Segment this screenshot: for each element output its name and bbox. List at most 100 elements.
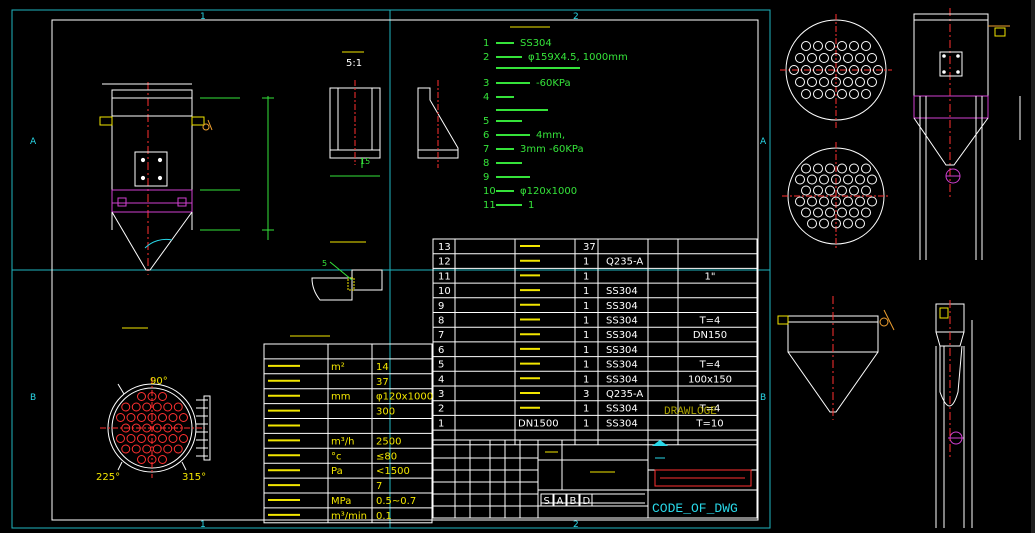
bom-item-no: 3 [438,389,444,400]
bom-item-material: SS304 [606,286,638,297]
bom-item-no: 11 [438,271,451,282]
scale-selector[interactable]: SABD [540,493,593,507]
zone-right-a: A [760,137,767,147]
note-text: -60KPa [536,78,571,89]
bom-item-qty: 37 [583,242,596,253]
scale-letter: B [570,496,577,507]
bom-item-material: SS304 [606,301,638,312]
param-value: 7 [376,481,382,492]
bom-item-note: T=4 [699,360,721,371]
vertical-scrollbar[interactable] [1031,0,1035,533]
bom-item-no: 13 [438,242,451,253]
bom-item-no: 9 [438,301,444,312]
zone-left-a: A [30,137,37,147]
bom-item-qty: 1 [583,418,589,429]
weld-size-label: 5 [322,259,327,268]
note-number: 3 [483,78,489,89]
param-value: 0.1 [376,511,392,522]
bom-item-material: SS304 [606,360,638,371]
scale-letter: A [557,496,564,507]
bom-item-material: SS304 [606,345,638,356]
bom-item-qty: 1 [583,345,589,356]
param-unit: m³/h [331,436,354,447]
note-number: 8 [483,158,489,169]
param-unit: m³/min [331,511,367,522]
bom-item-no: 1 [438,418,444,429]
note-text: 3mm -60KPa [520,144,584,155]
bom-item-name: DN1500 [518,418,559,429]
bom-item-note: 1" [705,271,716,282]
note-number: 6 [483,130,489,141]
zone-left-b: B [30,393,36,403]
param-value: 300 [376,407,395,418]
bom-item-material: Q235-A [606,257,643,268]
bom-item-material: SS304 [606,418,638,429]
param-value: 0.5~0.7 [376,496,416,507]
param-unit: Pa [331,466,343,477]
cad-drawing-viewport[interactable]: 1 2 1 2 A B A B 5:1 15 5 1 SS304 2 φ159X… [0,0,1035,533]
bracket-dimension: 15 [360,157,370,166]
bom-item-material: SS304 [606,374,638,385]
bom-item-no: 8 [438,316,444,327]
note-text: SS304 [520,38,552,49]
note-text: φ159X4.5, 1000mm [528,52,628,63]
bom-item-qty: 1 [583,286,589,297]
note-number: 5 [483,116,489,127]
zone-top-1: 1 [200,12,206,22]
bom-item-no: 6 [438,345,444,356]
note-text: 1 [528,200,534,211]
bom-item-qty: 1 [583,404,589,415]
note-number: 2 [483,52,489,63]
param-value: <1500 [376,466,410,477]
bom-item-no: 2 [438,404,444,415]
scale-letter: D [583,496,591,507]
bom-item-no: 4 [438,374,444,385]
bom-item-material: SS304 [606,404,638,415]
note-text: φ120x1000 [520,186,577,197]
plan-angle-225: 225° [96,472,120,483]
detail-scale-label: 5:1 [346,58,362,69]
bom-overlay-text: DRAWLOGE [664,406,717,418]
bom-item-qty: 3 [583,389,589,400]
bom-item-qty: 1 [583,271,589,282]
bom-item-no: 10 [438,286,451,297]
bom-item-material: SS304 [606,316,638,327]
zone-top-2: 2 [573,12,579,22]
param-unit: MPa [331,496,351,507]
note-number: 4 [483,92,489,103]
bom-item-note: 100x150 [688,374,732,385]
bom-item-material: SS304 [606,330,638,341]
bom-item-no: 7 [438,330,444,341]
bom-item-note: T=10 [695,418,723,429]
zone-bottom-1: 1 [200,520,206,530]
param-value: φ120x1000 [376,392,433,403]
bom-item-qty: 1 [583,374,589,385]
scale-letter: S [544,496,550,507]
bom-item-qty: 1 [583,360,589,371]
note-text: 4mm, [536,130,565,141]
background [0,0,1035,533]
note-number: 11 [483,200,496,211]
param-value: ≤80 [376,451,397,462]
bom-item-note: DN150 [693,330,727,341]
plan-angle-90: 90° [150,376,168,387]
note-number: 9 [483,172,489,183]
param-value: 14 [376,362,389,373]
bom-item-qty: 1 [583,257,589,268]
plan-angle-315: 315° [182,472,206,483]
param-unit: mm [331,392,350,403]
bom-item-note: T=4 [699,316,721,327]
note-number: 7 [483,144,489,155]
param-value: 2500 [376,436,401,447]
param-value: 37 [376,377,389,388]
bom-item-no: 5 [438,360,444,371]
note-number: 10 [483,186,496,197]
param-unit: m² [331,362,345,373]
drawing-canvas[interactable]: 1 2 1 2 A B A B 5:1 15 5 1 SS3042 φ159X4… [0,0,1035,533]
param-unit: °c [331,451,342,462]
bom-item-qty: 1 [583,330,589,341]
bom-item-no: 12 [438,257,451,268]
note-number: 1 [483,38,489,49]
zone-right-b: B [760,393,766,403]
bom-item-qty: 1 [583,301,589,312]
